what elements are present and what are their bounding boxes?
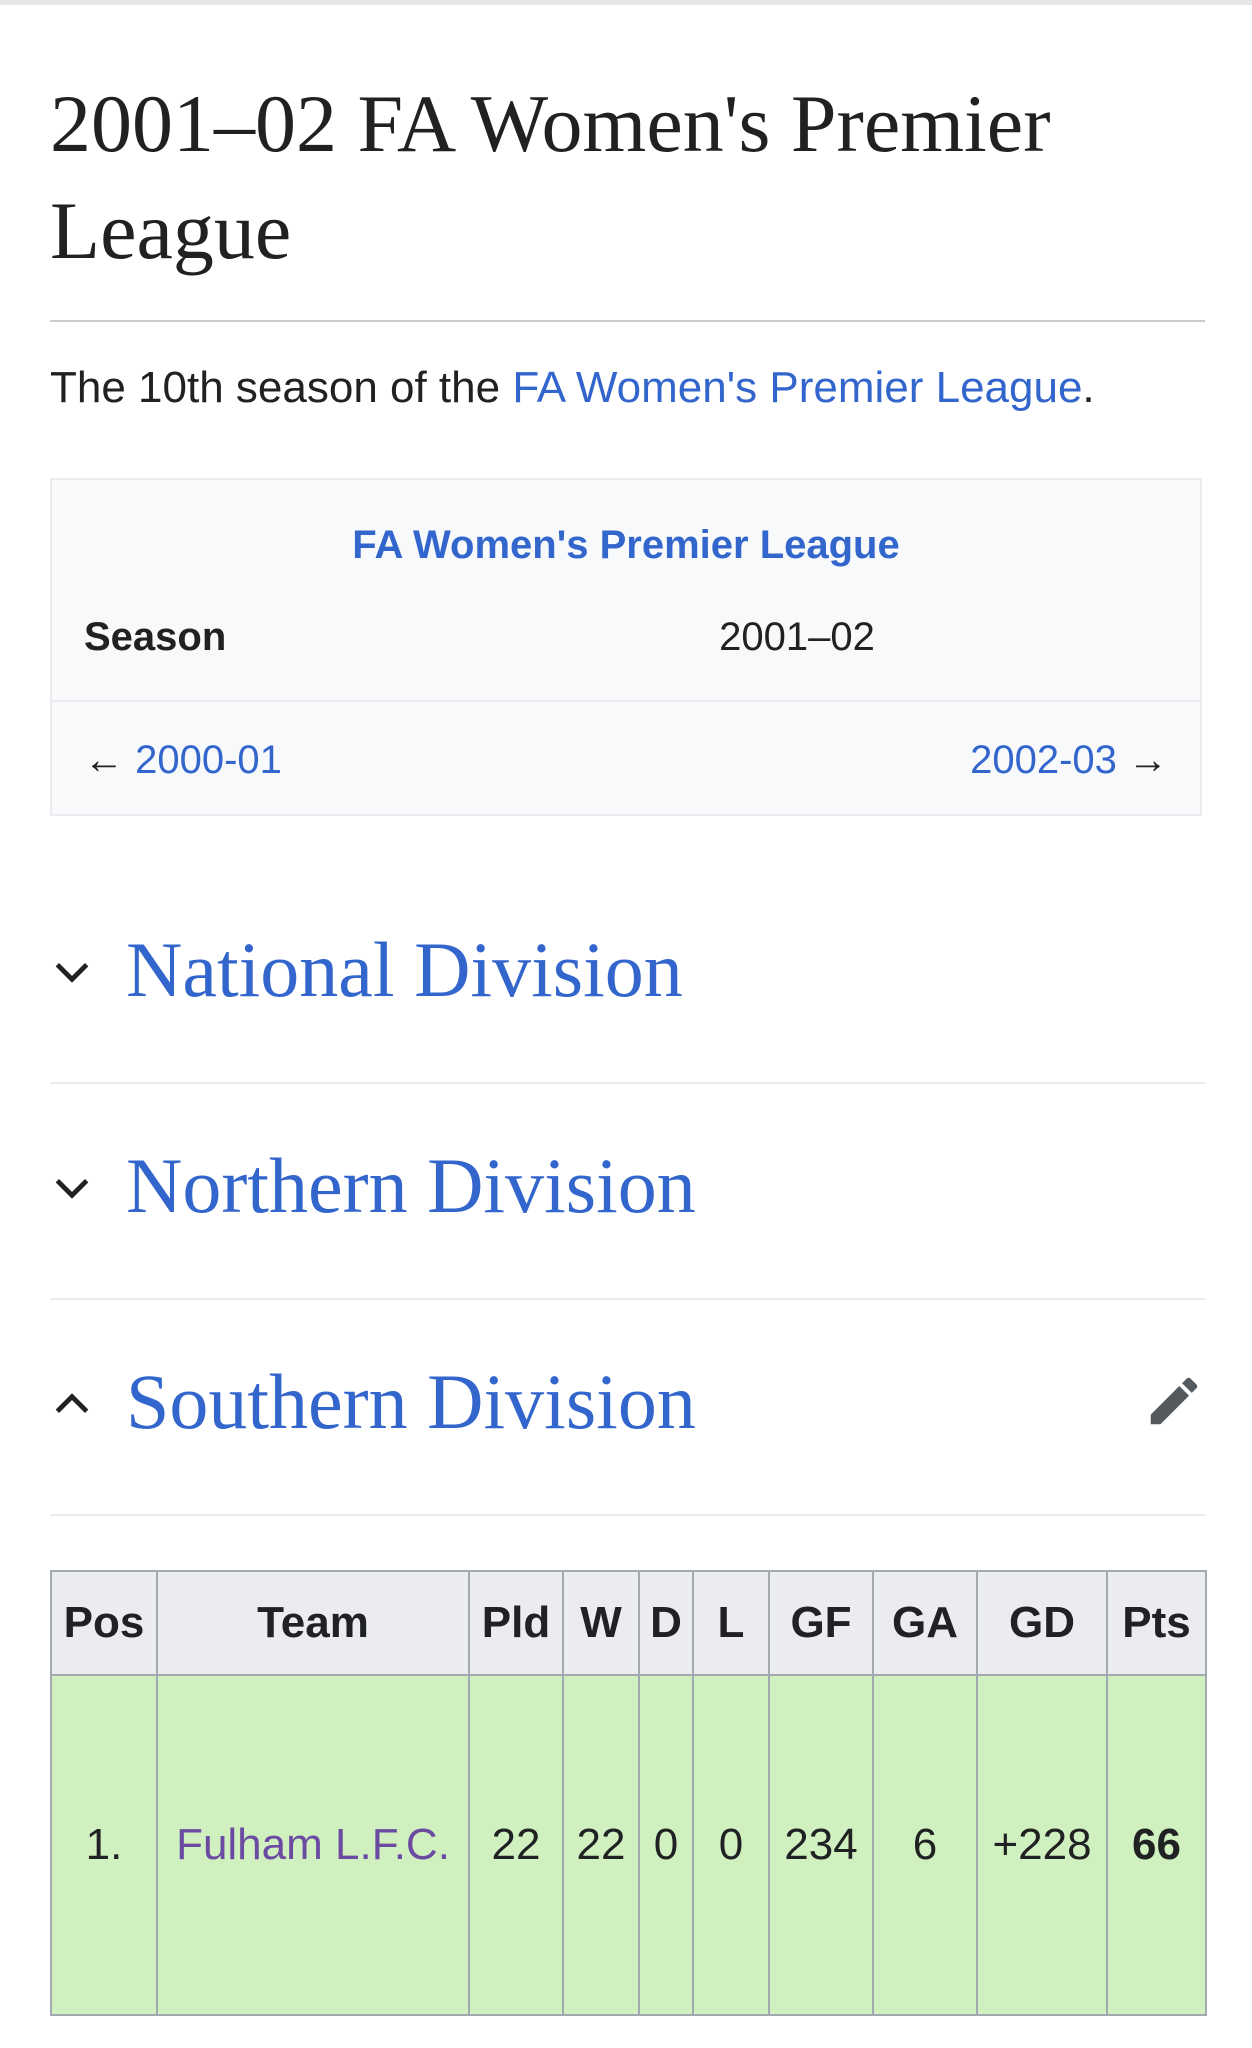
cell-played: 22 — [468, 1674, 564, 2016]
cell-goal-difference: +228 — [976, 1674, 1108, 2016]
title-divider — [50, 320, 1205, 322]
infobox-divider — [52, 700, 1200, 702]
cell-drawn: 0 — [638, 1674, 694, 2016]
page-title: 2001–02 FA Women's Premier League — [50, 78, 1051, 276]
team-link[interactable]: Fulham L.F.C. — [176, 1820, 450, 1869]
intro-period: . — [1082, 363, 1095, 412]
header-team: Team — [156, 1570, 470, 1676]
chevron-up-icon[interactable] — [50, 1382, 94, 1426]
table-row: 1. Fulham L.F.C. 22 22 0 0 234 6 +228 66 — [50, 1674, 1207, 2016]
intro-paragraph: The 10th season of the FA Women's Premie… — [50, 358, 1095, 418]
header-goal-difference: GD — [976, 1570, 1108, 1676]
header-row: Pos Team Pld W D L GF GA GD Pts — [50, 1570, 1207, 1676]
previous-season-nav: ← 2000-01 — [84, 730, 282, 790]
left-arrow-icon: ← — [84, 738, 124, 782]
cell-pos: 1. — [50, 1674, 158, 2016]
chevron-down-icon[interactable] — [50, 1166, 94, 1210]
right-arrow-icon: → — [1128, 738, 1168, 782]
cell-won: 22 — [562, 1674, 640, 2016]
cell-team: Fulham L.F.C. — [156, 1674, 470, 2016]
header-goals-against: GA — [872, 1570, 978, 1676]
header-lost: L — [692, 1570, 770, 1676]
cell-goals-against: 6 — [872, 1674, 978, 2016]
section-heading[interactable]: Southern Division — [126, 1352, 696, 1452]
season-value: 2001–02 — [719, 615, 875, 659]
previous-season-link[interactable]: 2000-01 — [135, 738, 282, 782]
infobox-title-link[interactable]: FA Women's Premier League — [52, 520, 1200, 570]
pencil-edit-icon[interactable] — [1143, 1370, 1205, 1432]
league-link[interactable]: FA Women's Premier League — [512, 363, 1082, 412]
intro-text: The 10th season of the — [50, 363, 513, 412]
header-played: Pld — [468, 1570, 564, 1676]
section-heading[interactable]: National Division — [126, 920, 683, 1020]
cell-points: 66 — [1106, 1674, 1207, 2016]
section-northern-division[interactable]: Northern Division — [50, 1084, 1205, 1300]
next-season-link[interactable]: 2002-03 — [970, 738, 1117, 782]
season-label: Season — [84, 615, 227, 659]
section-southern-division[interactable]: Southern Division — [50, 1300, 1205, 1516]
header-goals-for: GF — [768, 1570, 874, 1676]
standings-table: Pos Team Pld W D L GF GA GD Pts 1. Fulha… — [50, 1570, 1207, 2016]
header-drawn: D — [638, 1570, 694, 1676]
section-national-division[interactable]: National Division — [50, 868, 1205, 1084]
header-points: Pts — [1106, 1570, 1207, 1676]
header-won: W — [562, 1570, 640, 1676]
top-bar — [0, 0, 1252, 5]
chevron-down-icon[interactable] — [50, 950, 94, 994]
next-season-nav: 2002-03 → — [970, 730, 1168, 790]
section-heading[interactable]: Northern Division — [126, 1136, 696, 1236]
cell-goals-for: 234 — [768, 1674, 874, 2016]
cell-lost: 0 — [692, 1674, 770, 2016]
header-pos: Pos — [50, 1570, 158, 1676]
infobox: FA Women's Premier League Season 2001–02… — [50, 478, 1202, 816]
